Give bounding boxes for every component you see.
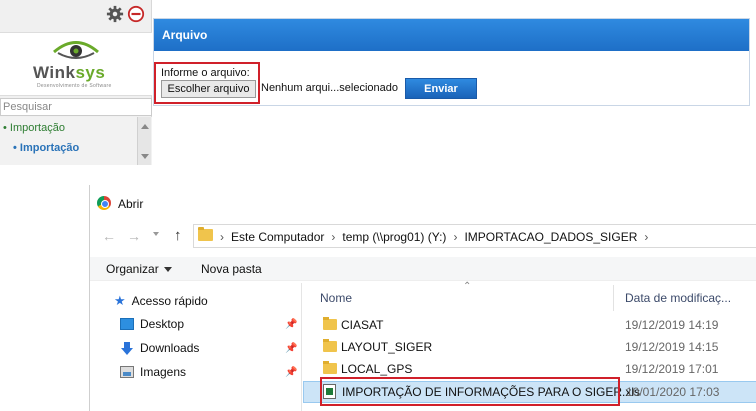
pin-icon[interactable]: 📌 [285, 367, 297, 378]
breadcrumb-chevron-icon[interactable]: › [331, 230, 335, 244]
nav-item-label: Desktop [140, 317, 185, 331]
navigation-pane: ★ Acesso rápido Desktop 📌 Downloads 📌 Im… [90, 283, 302, 411]
folder-icon [323, 339, 337, 352]
logout-icon[interactable] [127, 5, 145, 23]
new-folder-button[interactable]: Nova pasta [201, 262, 262, 276]
address-bar[interactable]: › Este Computador › temp (\\prog01) (Y:)… [193, 224, 756, 248]
scroll-up-icon[interactable] [141, 124, 149, 129]
dialog-nav-bar: ← → ↑ › Este Computador › temp (\\prog01… [90, 223, 756, 249]
file-date: 19/12/2019 14:19 [625, 318, 719, 332]
file-date: 10/01/2020 17:03 [626, 385, 720, 399]
nav-item-label: Imagens [140, 365, 187, 379]
organize-label: Organizar [106, 262, 159, 276]
recent-locations-chevron-icon[interactable] [153, 232, 159, 236]
search-input[interactable]: Pesquisar [0, 98, 152, 116]
dialog-title-bar: Abrir [90, 185, 756, 219]
column-divider[interactable] [613, 285, 614, 311]
file-name: CIASAT [341, 318, 384, 332]
chrome-icon [97, 196, 111, 210]
file-row[interactable]: CIASAT 19/12/2019 14:19 [303, 315, 756, 335]
dialog-title: Abrir [118, 197, 144, 211]
star-icon: ★ [114, 293, 126, 308]
nav-item-downloads[interactable]: Downloads [120, 341, 199, 355]
nav-item-label: Acesso rápido [131, 294, 208, 308]
folder-icon [198, 227, 213, 241]
file-status-text: Nenhum arqui...selecionado [261, 82, 398, 94]
breadcrumb-chevron-icon: › [220, 230, 224, 244]
nav-item-label: Downloads [140, 341, 200, 355]
forward-arrow-icon[interactable]: → [127, 228, 141, 244]
file-date: 19/12/2019 17:01 [625, 362, 719, 376]
breadcrumb-item[interactable]: temp (\\prog01) (Y:) [342, 230, 446, 244]
breadcrumb-item[interactable]: Este Computador [231, 230, 324, 244]
nav-item-images[interactable]: Imagens [120, 365, 186, 379]
file-row[interactable]: LOCAL_GPS 19/12/2019 17:01 [303, 359, 756, 379]
file-date: 19/12/2019 14:15 [625, 340, 719, 354]
pin-icon[interactable]: 📌 [285, 343, 297, 354]
column-date-modified[interactable]: Data de modificaç... [625, 291, 731, 305]
file-row[interactable]: LAYOUT_SIGER 19/12/2019 14:15 [303, 337, 756, 357]
menu-item-importacao-group[interactable]: • Importação [3, 122, 65, 134]
desktop-icon [120, 318, 134, 330]
send-button[interactable]: Enviar [405, 78, 477, 99]
sidebar-top-icons [106, 5, 145, 23]
sort-chevron-up-icon: ⌃ [463, 281, 472, 292]
chevron-down-icon [163, 267, 172, 273]
breadcrumb-chevron-icon[interactable]: › [644, 230, 648, 244]
folder-icon [323, 361, 337, 374]
eye-logo-icon [53, 41, 99, 59]
breadcrumb-chevron-icon[interactable]: › [453, 230, 457, 244]
nav-item-quick-access[interactable]: ★ Acesso rápido [114, 293, 208, 309]
dialog-toolbar: Organizar Nova pasta [90, 257, 756, 281]
file-name: LOCAL_GPS [341, 362, 413, 376]
web-app: Winksys Desenvolvimento de Software Pesq… [0, 0, 756, 165]
logo-wordmark: Winksys [33, 63, 106, 82]
column-headers: Nome ⌃ Data de modificaç... [303, 281, 756, 313]
scroll-down-icon[interactable] [141, 154, 149, 159]
highlight-box-selected-file [320, 377, 620, 406]
left-sidebar: Winksys Desenvolvimento de Software Pesq… [0, 0, 152, 165]
logo-tagline: Desenvolvimento de Software [37, 83, 112, 89]
organize-button[interactable]: Organizar [106, 262, 172, 276]
winksys-logo: Winksys Desenvolvimento de Software [0, 32, 152, 96]
file-name: LAYOUT_SIGER [341, 340, 433, 354]
sidebar-scrollbar[interactable] [137, 117, 151, 165]
pin-icon[interactable]: 📌 [285, 319, 297, 330]
gear-icon[interactable] [106, 5, 124, 23]
panel-title: Arquivo [154, 19, 749, 51]
sidebar-menu: • Importação • Importação [0, 117, 152, 165]
folder-icon [323, 317, 337, 330]
nav-item-desktop[interactable]: Desktop [120, 317, 184, 331]
menu-item-importacao[interactable]: • Importação [13, 142, 79, 154]
breadcrumb: › Este Computador › temp (\\prog01) (Y:)… [220, 230, 648, 244]
up-arrow-icon[interactable]: ↑ [174, 227, 182, 244]
column-name[interactable]: Nome [320, 291, 352, 305]
downloads-icon [120, 342, 134, 355]
back-arrow-icon[interactable]: ← [102, 228, 116, 244]
breadcrumb-item[interactable]: IMPORTACAO_DADOS_SIGER [464, 230, 637, 244]
highlight-box-file-input [154, 62, 260, 104]
images-icon [120, 366, 134, 378]
